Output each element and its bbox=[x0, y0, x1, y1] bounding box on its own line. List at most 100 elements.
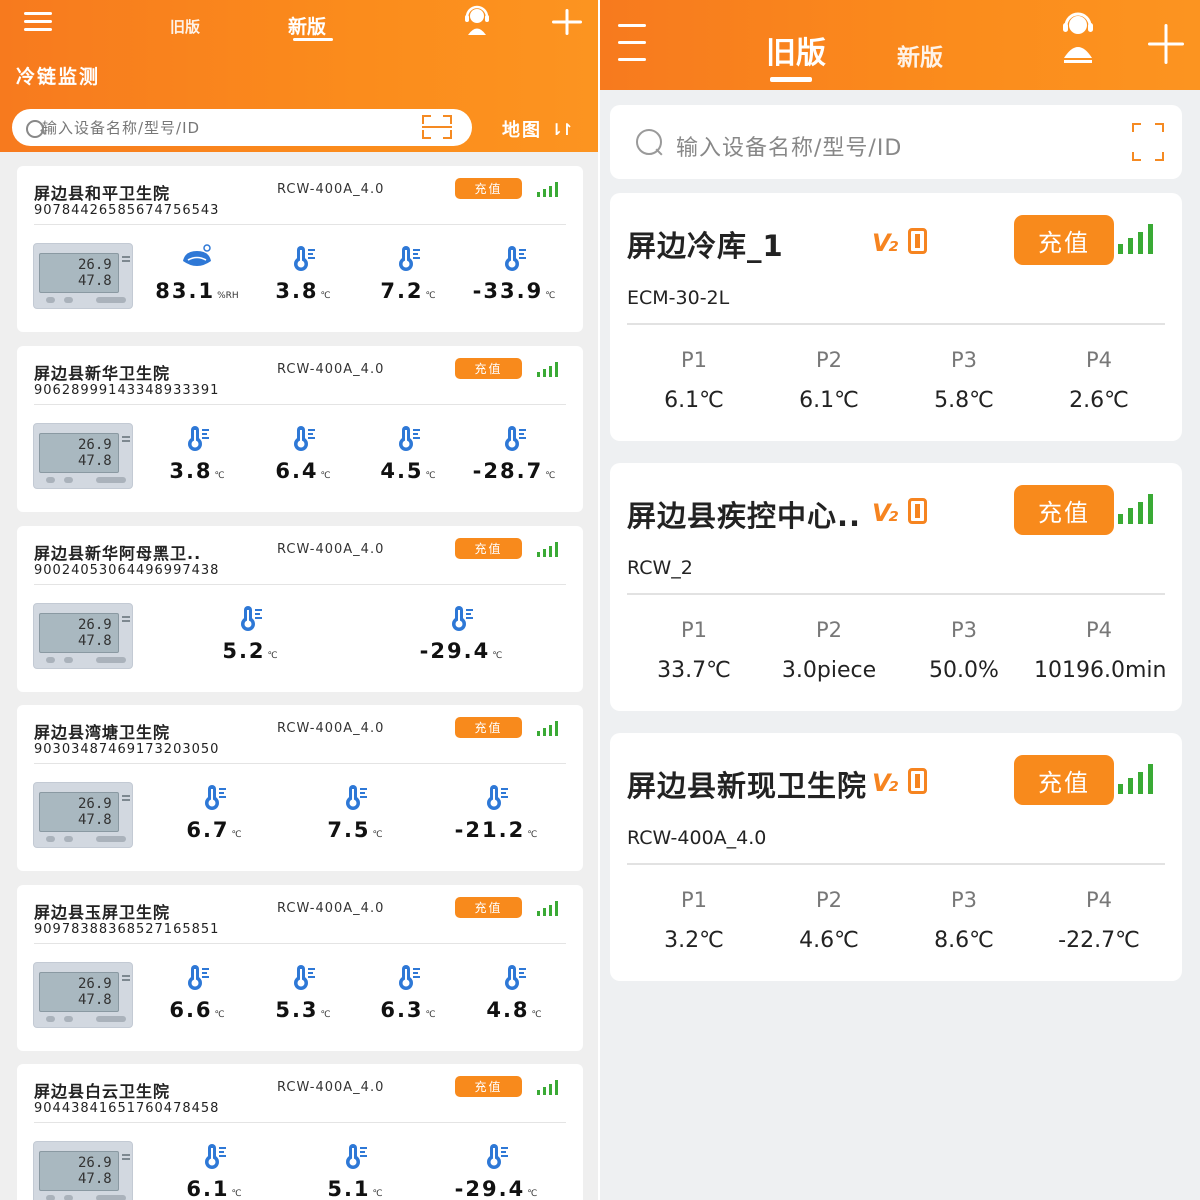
probe-value: 2.6℃ bbox=[1069, 388, 1129, 413]
reading-value-group: -29.4 ℃ bbox=[441, 1177, 551, 1200]
recharge-button[interactable]: 充值 bbox=[455, 1076, 522, 1097]
reading-value-group: 3.8 ℃ bbox=[248, 279, 358, 303]
search-input[interactable]: 输入设备名称/型号/ID bbox=[42, 117, 200, 138]
device-screen: 26.9 47.8 bbox=[39, 433, 119, 473]
device-screen-line1: 26.9 bbox=[78, 796, 112, 812]
reading-value-group: 6.7 ℃ bbox=[159, 818, 269, 842]
recharge-button[interactable]: 充值 bbox=[455, 538, 522, 559]
humidity-icon bbox=[183, 244, 211, 266]
sensor-reading: 7.5 ℃ bbox=[300, 782, 410, 842]
device-card[interactable]: 屏边县和平卫生院 RCW-400A_4.0 充值 907844265856747565… bbox=[17, 166, 583, 332]
sensor-reading: 3.8 ℃ bbox=[142, 423, 252, 483]
device-card[interactable]: 屏边县玉屏卫生院 RCW-400A_4.0 充值 909783883685271658… bbox=[17, 885, 583, 1051]
probe-value: 10196.0min bbox=[1034, 658, 1167, 683]
sensor-reading: 5.2 ℃ bbox=[195, 603, 305, 663]
probe-reading: P1 6.1℃ bbox=[629, 193, 759, 441]
probe-reading: P4 -22.7℃ bbox=[1034, 733, 1164, 981]
menu-icon[interactable] bbox=[618, 24, 646, 62]
device-card[interactable]: 屏边县新华阿母黑卫.. RCW-400A_4.0 充值 900240530644969… bbox=[17, 526, 583, 692]
thermometer-icon bbox=[487, 1144, 508, 1169]
card-divider bbox=[34, 404, 566, 405]
device-card[interactable]: 屏边县湾塘卫生院 RCW-400A_4.0 充值 903034874691732030… bbox=[17, 705, 583, 871]
reading-unit: ℃ bbox=[492, 651, 503, 661]
sensor-reading: 6.7 ℃ bbox=[159, 782, 269, 842]
tab-old-version[interactable]: 旧版 bbox=[170, 16, 200, 37]
search-icon bbox=[636, 129, 664, 157]
active-tab-indicator bbox=[770, 77, 812, 82]
reading-unit: ℃ bbox=[214, 1010, 225, 1020]
recharge-button[interactable]: 充值 bbox=[455, 178, 522, 199]
probe-value: 6.1℃ bbox=[664, 388, 724, 413]
device-card[interactable]: 屏边冷库_1 V₂ 充值 ECM-30-2L P1 6.1℃ P2 6.1℃ P3 5.8℃ P4 2… bbox=[610, 193, 1182, 441]
device-card[interactable]: 屏边县新华卫生院 RCW-400A_4.0 充值 906289991433489333… bbox=[17, 346, 583, 512]
device-thumbnail: 26.9 47.8 bbox=[33, 782, 133, 848]
tab-new-version[interactable]: 新版 bbox=[288, 12, 326, 39]
probe-value: 8.6℃ bbox=[934, 928, 994, 953]
menu-icon[interactable] bbox=[24, 12, 52, 32]
reading-value: 6.4 bbox=[275, 459, 319, 483]
device-name: 屏边县新华卫生院 bbox=[34, 364, 171, 383]
signal-strength-icon bbox=[537, 721, 558, 736]
recharge-button[interactable]: 充值 bbox=[455, 717, 522, 738]
recharge-button[interactable]: 充值 bbox=[455, 897, 522, 918]
add-device-button[interactable] bbox=[1148, 24, 1184, 64]
thermometer-icon bbox=[487, 785, 508, 810]
tab-new-version[interactable]: 新版 bbox=[897, 38, 943, 72]
device-serial: 90443841651760478458 bbox=[34, 1101, 220, 1116]
online-support-button[interactable] bbox=[1058, 8, 1098, 66]
sensor-reading: -33.9 ℃ bbox=[459, 243, 569, 303]
reading-value-group: 4.8 ℃ bbox=[459, 998, 569, 1022]
device-card[interactable]: 屏边县疾控中心.. V₂ 充值 RCW_2 P1 33.7℃ P2 3.0piece P3 50.… bbox=[610, 463, 1182, 711]
device-keys bbox=[46, 1016, 126, 1022]
scan-icon[interactable] bbox=[1132, 123, 1164, 161]
reading-value-group: -33.9 ℃ bbox=[459, 279, 569, 303]
device-thumbnail: 26.9 47.8 bbox=[33, 962, 133, 1028]
reading-value: 3.8 bbox=[169, 459, 213, 483]
device-side-marks bbox=[122, 616, 130, 618]
search-input[interactable]: 输入设备名称/型号/ID bbox=[676, 130, 902, 162]
reading-value-group: -29.4 ℃ bbox=[406, 639, 516, 663]
device-card[interactable]: 屏边县新现卫生院 V₂ 充值 RCW-400A_4.0 P1 3.2℃ P2 4.6℃ P3 8.… bbox=[610, 733, 1182, 981]
device-name: 屏边县白云卫生院 bbox=[34, 1082, 171, 1101]
sensor-reading: 7.2 ℃ bbox=[353, 243, 463, 303]
probe-reading: P2 4.6℃ bbox=[764, 733, 894, 981]
device-screen: 26.9 47.8 bbox=[39, 1151, 119, 1191]
signal-strength-icon bbox=[537, 182, 558, 197]
device-screen-line1: 26.9 bbox=[78, 437, 112, 453]
reading-unit: ℃ bbox=[425, 291, 436, 301]
device-serial: 90784426585674756543 bbox=[34, 203, 220, 218]
device-keys bbox=[46, 836, 126, 842]
reading-unit: ℃ bbox=[545, 471, 556, 481]
active-tab-indicator bbox=[293, 38, 333, 41]
reading-value-group: 6.3 ℃ bbox=[353, 998, 463, 1022]
add-device-button[interactable] bbox=[552, 9, 582, 35]
online-support-button[interactable] bbox=[460, 2, 494, 36]
device-serial: 90303487469173203050 bbox=[34, 742, 220, 757]
probe-label: P3 bbox=[950, 348, 978, 372]
device-screen: 26.9 47.8 bbox=[39, 792, 119, 832]
device-side-marks bbox=[122, 975, 130, 977]
reading-value: 7.2 bbox=[380, 279, 424, 303]
device-search-bar[interactable]: 输入设备名称/型号/ID bbox=[610, 105, 1182, 179]
left-header: 旧版 新版 冷链监测 输入设备名称/型号/ID 地图 ⇂↾ bbox=[0, 0, 598, 152]
map-button[interactable]: 地图 ⇂↾ bbox=[502, 116, 574, 142]
reading-value-group: 7.2 ℃ bbox=[353, 279, 463, 303]
device-screen-line1: 26.9 bbox=[78, 617, 112, 633]
recharge-button[interactable]: 充值 bbox=[455, 358, 522, 379]
device-search-bar[interactable]: 输入设备名称/型号/ID bbox=[12, 109, 472, 146]
reading-unit: ℃ bbox=[214, 471, 225, 481]
probe-label: P4 bbox=[1085, 348, 1113, 372]
reading-value: 4.8 bbox=[486, 998, 530, 1022]
tab-old-version[interactable]: 旧版 bbox=[766, 28, 826, 72]
thermometer-icon bbox=[452, 606, 473, 631]
thermometer-icon bbox=[241, 606, 262, 631]
sort-arrows-icon[interactable]: ⇂↾ bbox=[550, 120, 574, 139]
map-label: 地图 bbox=[502, 120, 542, 141]
reading-unit: ℃ bbox=[267, 651, 278, 661]
device-thumbnail: 26.9 47.8 bbox=[33, 603, 133, 669]
reading-value: 3.8 bbox=[275, 279, 319, 303]
scan-icon[interactable] bbox=[422, 115, 452, 139]
reading-unit: ℃ bbox=[425, 1010, 436, 1020]
device-card[interactable]: 屏边县白云卫生院 RCW-400A_4.0 充值 904438416517604784… bbox=[17, 1064, 583, 1200]
device-serial: 90978388368527165851 bbox=[34, 922, 220, 937]
